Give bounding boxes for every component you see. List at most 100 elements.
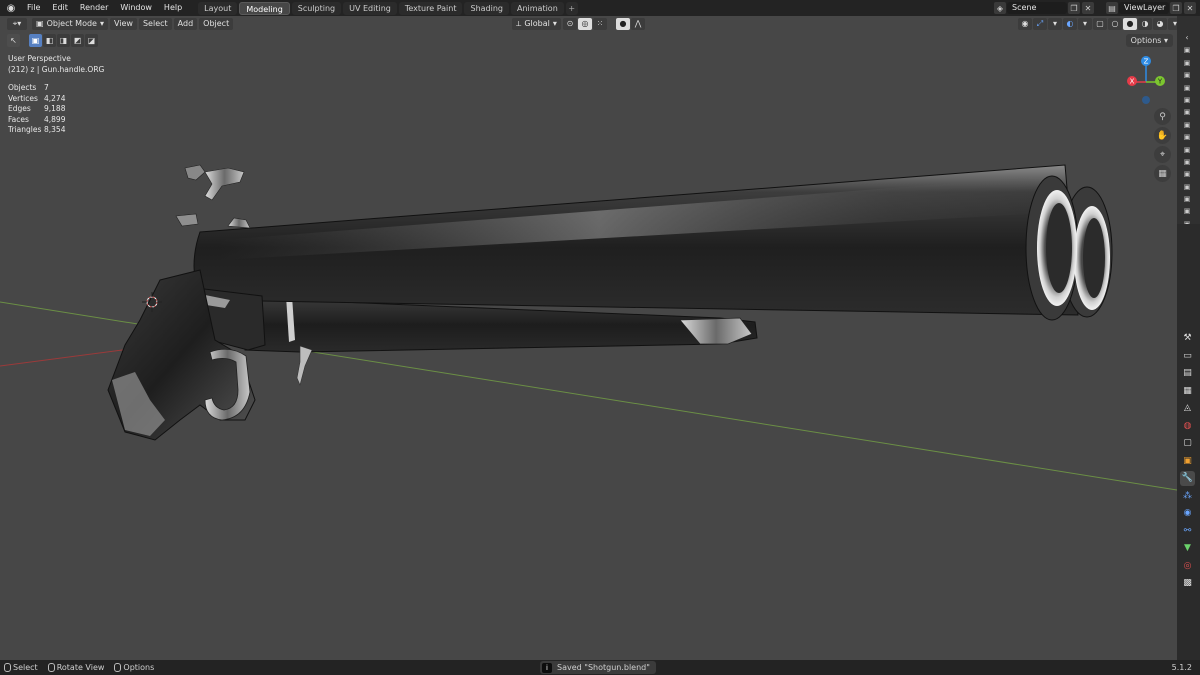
camera-icon[interactable]: ▣ <box>1183 84 1192 92</box>
view-layer-tab-icon[interactable]: ▦ <box>1180 383 1195 398</box>
gizmo-dropdown-icon[interactable]: ▾ <box>1048 17 1062 30</box>
visibility-icon[interactable]: ◉ <box>1018 17 1032 30</box>
particles-tab-icon[interactable]: ⁂ <box>1180 488 1195 503</box>
data-tab-icon[interactable]: ▼ <box>1180 541 1195 556</box>
blender-logo-icon[interactable]: ◉ <box>4 1 18 15</box>
material-tab-icon[interactable]: ◎ <box>1180 558 1195 573</box>
status-message[interactable]: i Saved "Shotgun.blend" <box>540 661 656 674</box>
select-invert-icon[interactable]: ◩ <box>71 34 84 47</box>
rendered-shading-icon[interactable]: ◕ <box>1153 17 1167 30</box>
editor-type-icon[interactable]: ⌖▾ <box>7 17 27 30</box>
output-tab-icon[interactable]: ▤ <box>1180 366 1195 381</box>
stat-value: 9,188 <box>44 104 66 113</box>
camera-icon[interactable]: ▣ <box>1183 133 1192 141</box>
camera-icon[interactable]: ▣ <box>1183 146 1192 154</box>
snap-target-icon[interactable]: ⁙ <box>593 17 607 30</box>
viewlayer-icon[interactable]: ▤ <box>1106 2 1118 14</box>
new-scene-icon[interactable]: ❐ <box>1068 2 1080 14</box>
select-subtract-icon[interactable]: ◨ <box>57 34 70 47</box>
select-tool-icon[interactable]: ↖ <box>7 34 20 47</box>
add-menu[interactable]: Add <box>173 17 198 30</box>
select-extend-icon[interactable]: ◧ <box>43 34 56 47</box>
menu-edit[interactable]: Edit <box>46 0 74 16</box>
delete-scene-icon[interactable]: ✕ <box>1082 2 1094 14</box>
camera-icon[interactable]: ▣ <box>1183 46 1192 54</box>
tab-shading[interactable]: Shading <box>464 1 509 15</box>
camera-icon[interactable]: ▣ <box>1183 59 1192 67</box>
view-menu[interactable]: View <box>109 17 137 30</box>
stat-label: Objects <box>8 83 37 92</box>
snap-toggle-icon[interactable]: ◎ <box>578 17 592 30</box>
falloff-icon[interactable]: ⋀ <box>631 17 645 30</box>
camera-icon[interactable]: ▣ <box>1183 195 1192 203</box>
scene-icon[interactable]: ◈ <box>994 2 1006 14</box>
menu-render[interactable]: Render <box>74 0 114 16</box>
navigation-gizmo[interactable]: Z Y X <box>1118 52 1168 108</box>
options-dropdown[interactable]: Options ▾ <box>1125 34 1173 47</box>
camera-icon[interactable]: ▣ <box>1183 121 1192 129</box>
select-new-icon[interactable]: ▣ <box>29 34 42 47</box>
stat-row: Edges 9,188 <box>8 104 104 115</box>
transform-orientation-dropdown[interactable]: ⟂ Global ▾ <box>512 17 561 30</box>
world-tab-icon[interactable]: ◍ <box>1180 418 1195 433</box>
xray-toggle-icon[interactable]: ▢ <box>1093 17 1107 30</box>
new-viewlayer-icon[interactable]: ❐ <box>1170 2 1182 14</box>
tab-uv-editing[interactable]: UV Editing <box>343 1 397 15</box>
texture-tab-icon[interactable]: ▩ <box>1180 576 1195 591</box>
add-workspace-button[interactable]: + <box>565 1 578 15</box>
neg-z-axis-handle[interactable] <box>1142 96 1150 104</box>
proportional-edit-icon[interactable]: ● <box>616 17 630 30</box>
collection-tab-icon[interactable]: ▢ <box>1180 436 1195 451</box>
collection-toggles: ‹ ▣ ▣ ▣ ▣ ▣ ▣ ▣ ▣ ▣ ▣ ▣ ▣ ▣ ▣ ▣ <box>1180 32 1194 230</box>
menu-help[interactable]: Help <box>158 0 188 16</box>
mouse-left-icon <box>4 663 11 672</box>
scene-name-field[interactable]: Scene <box>1007 2 1067 14</box>
scene-tab-icon[interactable]: ◬ <box>1180 401 1195 416</box>
camera-icon[interactable]: ▣ <box>1183 158 1192 166</box>
constraints-tab-icon[interactable]: ⚯ <box>1180 523 1195 538</box>
chevron-down-icon: ▾ <box>552 18 557 28</box>
tab-sculpting[interactable]: Sculpting <box>291 1 342 15</box>
overlay-dropdown-icon[interactable]: ▾ <box>1078 17 1092 30</box>
modifier-tab-icon[interactable]: 🔧 <box>1180 470 1195 486</box>
tab-layout[interactable]: Layout <box>198 1 238 15</box>
pan-hand-icon[interactable]: ✋ <box>1154 127 1171 144</box>
mode-dropdown[interactable]: ▣ Object Mode ▾ <box>32 17 108 30</box>
camera-view-icon[interactable]: ⌖ <box>1154 146 1171 163</box>
select-intersect-icon[interactable]: ◪ <box>85 34 98 47</box>
camera-icon[interactable]: ▣ <box>1183 108 1192 116</box>
tab-animation[interactable]: Animation <box>510 1 564 15</box>
camera-icon[interactable]: ▣ <box>1183 96 1192 104</box>
overlay-toggle-icon[interactable]: ◐ <box>1063 17 1077 30</box>
arrow-left-icon[interactable]: ‹ <box>1183 34 1192 42</box>
select-menu[interactable]: Select <box>138 17 172 30</box>
camera-icon[interactable]: ▣ <box>1183 71 1192 79</box>
solid-shading-icon[interactable]: ● <box>1123 17 1137 30</box>
wireframe-shading-icon[interactable]: ○ <box>1108 17 1122 30</box>
shading-options-icon[interactable]: ▾ <box>1168 17 1177 30</box>
tab-modeling[interactable]: Modeling <box>239 1 290 15</box>
camera-icon[interactable]: ▣ <box>1183 183 1192 191</box>
hint-select: Select <box>0 663 38 672</box>
zoom-icon[interactable]: ⚲ <box>1154 108 1171 125</box>
top-bar: ◉ File Edit Render Window Help Layout Mo… <box>0 0 1200 16</box>
tool-tab-icon[interactable]: ⚒ <box>1180 331 1195 346</box>
menu-file[interactable]: File <box>21 0 46 16</box>
camera-icon[interactable]: ▣ <box>1183 207 1192 215</box>
object-menu[interactable]: Object <box>199 17 234 30</box>
delete-viewlayer-icon[interactable]: ✕ <box>1184 2 1196 14</box>
perspective-toggle-icon[interactable]: ▦ <box>1154 165 1171 182</box>
camera-icon[interactable]: ▣ <box>1183 170 1192 178</box>
gizmo-toggle-icon[interactable]: ⤢ <box>1033 17 1047 30</box>
object-tab-icon[interactable]: ▣ <box>1180 453 1195 468</box>
tab-texture-paint[interactable]: Texture Paint <box>398 1 463 15</box>
3d-viewport[interactable]: ⌖▾ ▣ Object Mode ▾ View Select Add Objec… <box>0 16 1177 660</box>
physics-tab-icon[interactable]: ◉ <box>1180 506 1195 521</box>
menu-window[interactable]: Window <box>114 0 158 16</box>
pivot-icon[interactable]: ⊙ <box>563 17 577 30</box>
viewlayer-name-field[interactable]: ViewLayer <box>1119 2 1169 14</box>
render-tab-icon[interactable]: ▭ <box>1180 348 1195 363</box>
material-shading-icon[interactable]: ◑ <box>1138 17 1152 30</box>
mouse-right-icon <box>114 663 122 672</box>
stat-label: Edges <box>8 104 31 113</box>
